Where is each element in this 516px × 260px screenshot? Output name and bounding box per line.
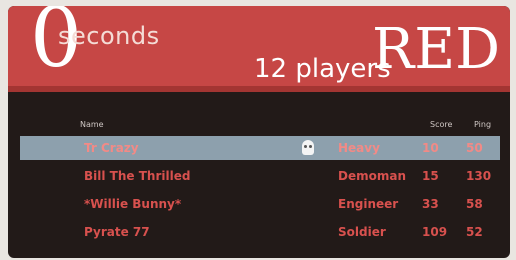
team-banner: 0 seconds 12 players RED xyxy=(8,6,510,92)
skull-icon xyxy=(302,140,314,155)
table-row[interactable]: Bill The Thrilled Demoman 15 130 xyxy=(20,164,500,188)
player-name: Bill The Thrilled xyxy=(84,169,191,183)
player-score: 109 xyxy=(422,225,448,239)
player-name: *Willie Bunny* xyxy=(84,197,182,211)
table-header: Name Score Ping xyxy=(20,120,500,132)
player-ping: 52 xyxy=(466,225,483,239)
header-ping: Ping xyxy=(474,120,492,129)
player-table: Name Score Ping Tr Crazy Heavy 10 50 Bil… xyxy=(20,102,500,254)
player-ping: 130 xyxy=(466,169,492,183)
header-score: Score xyxy=(430,120,453,129)
player-score: 33 xyxy=(422,197,439,211)
seconds-label: seconds xyxy=(58,22,160,50)
player-ping: 58 xyxy=(466,197,483,211)
scoreboard-panel: 0 seconds 12 players RED Name Score Ping… xyxy=(8,6,510,258)
player-name: Pyrate 77 xyxy=(84,225,150,239)
header-name: Name xyxy=(80,120,104,129)
player-score: 15 xyxy=(422,169,439,183)
player-class: Heavy xyxy=(338,141,380,155)
player-class: Engineer xyxy=(338,197,399,211)
table-row[interactable]: *Willie Bunny* Engineer 33 58 xyxy=(20,192,500,216)
team-name: RED xyxy=(372,17,500,82)
player-score: 10 xyxy=(422,141,439,155)
player-class: Soldier xyxy=(338,225,386,239)
table-row[interactable]: Tr Crazy Heavy 10 50 xyxy=(20,136,500,160)
player-class: Demoman xyxy=(338,169,406,183)
player-ping: 50 xyxy=(466,141,483,155)
player-count: 12 players xyxy=(254,54,391,84)
player-name: Tr Crazy xyxy=(84,141,139,155)
table-row[interactable]: Pyrate 77 Soldier 109 52 xyxy=(20,220,500,244)
